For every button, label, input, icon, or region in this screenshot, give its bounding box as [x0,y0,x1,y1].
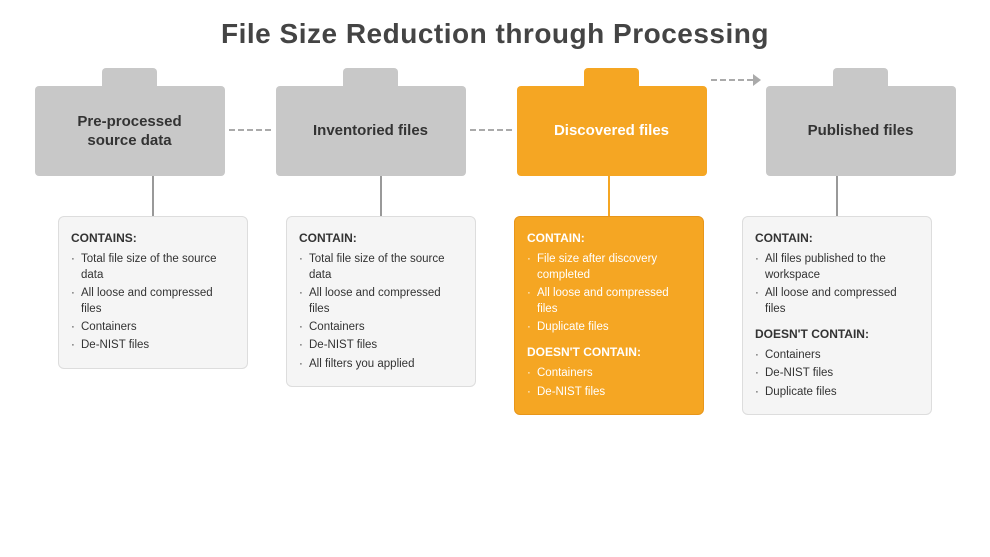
folder-box-pre-processed: Pre-processedsource data [35,86,225,176]
page-title: File Size Reduction through Processing [0,0,990,60]
folder-inventoried: Inventoried files [276,68,466,176]
card-4-doesnt-list: Containers De-NIST files Duplicate files [755,347,919,399]
folder-column-inventoried: Inventoried files [271,68,470,176]
card-3-item-5: De-NIST files [527,384,691,400]
folder-tab-pre-processed [102,68,157,86]
card-4-item-3: Containers [755,347,919,363]
card-4-doesnt-label: DOESN'T CONTAIN: [755,325,919,343]
card-3-doesnt-list: Containers De-NIST files [527,365,691,399]
card-published: CONTAIN: All files published to the work… [742,216,932,415]
folder-label-pre-processed: Pre-processedsource data [77,112,181,151]
card-2-item-3: Containers [299,319,463,335]
card-2-item-1: Total file size of the source data [299,251,463,283]
cards-row: CONTAINS: Total file size of the source … [0,216,990,415]
card-2-item-2: All loose and compressed files [299,285,463,317]
card-4-item-4: De-NIST files [755,365,919,381]
card-3-item-3: Duplicate files [527,319,691,335]
connector-3 [504,176,714,216]
connector-1 [48,176,258,216]
folder-box-inventoried: Inventoried files [276,86,466,176]
vline-4 [836,176,838,216]
card-column-4: CONTAIN: All files published to the work… [732,216,942,415]
card-1-item-2: All loose and compressed files [71,285,235,317]
connectors [0,176,990,216]
connector-2 [276,176,486,216]
folder-pre-processed: Pre-processedsource data [35,68,225,176]
card-2-item-5: All filters you applied [299,356,463,372]
card-1-item-4: De-NIST files [71,337,235,353]
folder-label-discovered: Discovered files [554,121,669,141]
card-1-contains-label: CONTAINS: [71,229,235,247]
folder-discovered: Discovered files [517,68,707,176]
card-3-item-4: Containers [527,365,691,381]
card-3-item-2: All loose and compressed files [527,285,691,317]
connector-4 [732,176,942,216]
vline-2 [380,176,382,216]
card-3-item-1: File size after discovery completed [527,251,691,283]
card-pre-processed: CONTAINS: Total file size of the source … [58,216,248,369]
card-column-3: CONTAIN: File size after discovery compl… [504,216,714,415]
page-wrapper: File Size Reduction through Processing P… [0,0,990,557]
folder-label-inventoried: Inventoried files [313,121,428,141]
card-column-1: CONTAINS: Total file size of the source … [48,216,258,369]
arrow-1 [229,129,271,176]
card-column-2: CONTAIN: Total file size of the source d… [276,216,486,387]
folder-published: Published files [766,68,956,176]
arrow-3 [711,74,761,176]
folder-tab-inventoried [343,68,398,86]
arrow-2 [470,129,512,176]
card-4-item-5: Duplicate files [755,384,919,400]
folder-tab-discovered [584,68,639,86]
card-3-contain-list: File size after discovery completed All … [527,251,691,335]
folder-box-published: Published files [766,86,956,176]
card-inventoried: CONTAIN: Total file size of the source d… [286,216,476,387]
vline-3 [608,176,610,216]
folder-column-published: Published files [761,68,960,176]
card-4-item-2: All loose and compressed files [755,285,919,317]
card-4-contain-list: All files published to the workspace All… [755,251,919,317]
folder-column-discovered: Discovered files [512,68,711,176]
folder-box-discovered: Discovered files [517,86,707,176]
card-1-item-3: Containers [71,319,235,335]
card-2-item-4: De-NIST files [299,337,463,353]
folders-row: Pre-processedsource data Inventoried fil… [0,68,990,176]
card-3-doesnt-label: DOESN'T CONTAIN: [527,343,691,361]
card-1-list: Total file size of the source data All l… [71,251,235,354]
folder-column-pre-processed: Pre-processedsource data [30,68,229,176]
card-1-item-1: Total file size of the source data [71,251,235,283]
card-2-contain-label: CONTAIN: [299,229,463,247]
folder-label-published: Published files [808,121,914,141]
vline-1 [152,176,154,216]
card-4-item-1: All files published to the workspace [755,251,919,283]
folder-tab-published [833,68,888,86]
card-discovered: CONTAIN: File size after discovery compl… [514,216,704,415]
card-2-list: Total file size of the source data All l… [299,251,463,372]
card-3-contain-label: CONTAIN: [527,229,691,247]
card-4-contain-label: CONTAIN: [755,229,919,247]
